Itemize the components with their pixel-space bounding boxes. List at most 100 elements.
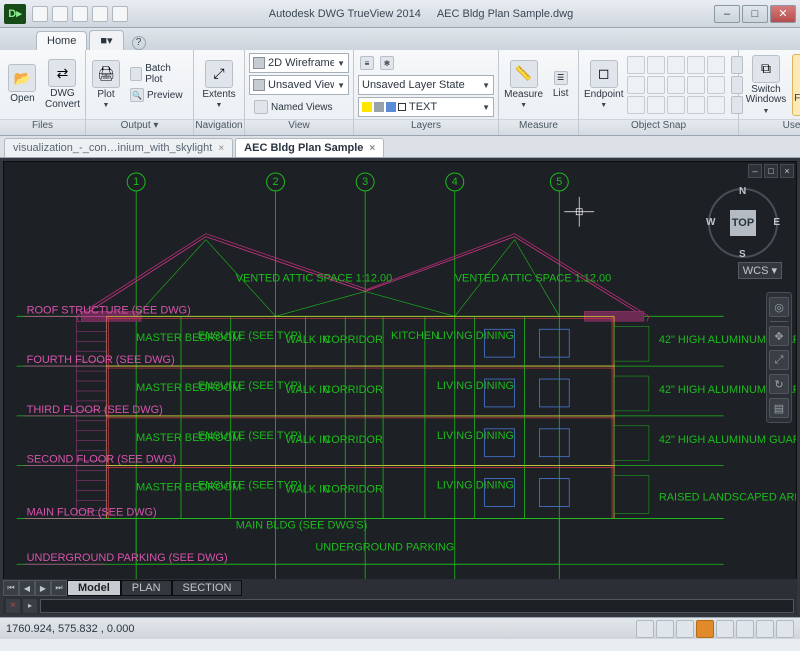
layout-first-button[interactable]: ⏮ xyxy=(3,580,19,596)
ribbon-tab-row: Home ■▾ ? xyxy=(0,28,800,50)
qat-dropdown-icon[interactable] xyxy=(112,6,128,22)
osnap-extension-icon[interactable] xyxy=(627,76,645,94)
svg-text:CORRIDOR: CORRIDOR xyxy=(323,384,383,396)
status-model-button[interactable] xyxy=(636,620,654,638)
viewcube-east[interactable]: E xyxy=(773,217,780,228)
preview-button[interactable]: 🔍 Preview xyxy=(125,85,189,105)
osnap-from-icon[interactable] xyxy=(687,96,705,114)
osnap-tangent-icon[interactable] xyxy=(687,76,705,94)
layout-prev-button[interactable]: ◀ xyxy=(19,580,35,596)
tab-addins[interactable]: ■▾ xyxy=(89,30,123,50)
osnap-intersection-icon[interactable] xyxy=(707,56,725,74)
svg-text:5: 5 xyxy=(556,176,562,188)
app-menu-button[interactable]: D▸ xyxy=(4,4,26,24)
layout-last-button[interactable]: ⏭ xyxy=(51,580,67,596)
svg-text:1: 1 xyxy=(133,176,139,188)
layout-tabs: ⏮ ◀ ▶ ⏭ Model PLAN SECTION xyxy=(3,579,797,597)
status-lock-icon[interactable] xyxy=(736,620,754,638)
viewcube-top[interactable]: TOP xyxy=(730,210,756,236)
steering-wheel-icon[interactable]: ◎ xyxy=(769,297,789,317)
command-history-icon[interactable]: ▸ xyxy=(23,599,37,613)
list-icon: ☰ xyxy=(554,71,568,85)
switch-windows-button[interactable]: ⧉ Switch Windows ▼ xyxy=(743,54,789,116)
layer-state-dropdown[interactable]: Unsaved Layer State▼ xyxy=(358,75,494,95)
layout-tab-plan[interactable]: PLAN xyxy=(121,580,172,596)
named-views-button[interactable]: Named Views xyxy=(249,97,349,117)
endpoint-icon: ◻ xyxy=(590,60,618,88)
measure-button[interactable]: 📏 Measure ▼ xyxy=(503,54,544,116)
svg-text:SECOND FLOOR (SEE DWG): SECOND FLOOR (SEE DWG) xyxy=(27,454,177,466)
osnap-settings-icon[interactable] xyxy=(707,96,725,114)
osnap-parallel-icon[interactable] xyxy=(647,96,665,114)
drawing-viewport[interactable]: – □ × 1 2 3 xyxy=(3,161,797,614)
svg-text:LIVING DINING: LIVING DINING xyxy=(437,480,514,492)
view-dropdown[interactable]: Unsaved View▼ xyxy=(249,75,349,95)
window-title: Autodesk DWG TrueView 2014 AEC Bldg Plan… xyxy=(128,8,714,20)
navigation-bar: ◎ ✥ ⤢ ↻ ▤ xyxy=(766,292,792,423)
orbit-icon[interactable]: ↻ xyxy=(769,374,789,394)
osnap-center-icon[interactable] xyxy=(647,56,665,74)
sun-icon xyxy=(374,102,384,112)
viewcube-west[interactable]: W xyxy=(706,217,715,228)
osnap-apparent-icon[interactable] xyxy=(627,96,645,114)
svg-text:CORRIDOR: CORRIDOR xyxy=(323,434,383,446)
status-quickview-button[interactable] xyxy=(676,620,694,638)
dwg-convert-button[interactable]: ⇄ DWG Convert xyxy=(44,54,81,116)
osnap-node-icon[interactable] xyxy=(667,56,685,74)
svg-text:THIRD FLOOR (SEE DWG): THIRD FLOOR (SEE DWG) xyxy=(27,404,163,416)
command-input[interactable] xyxy=(40,599,794,613)
osnap-quadrant-icon[interactable] xyxy=(687,56,705,74)
plot-button[interactable]: 🖨 Plot ▼ xyxy=(90,54,122,116)
open-button[interactable]: 📂 Open xyxy=(4,54,41,116)
svg-text:MAIN BLDG (SEE DWG'S): MAIN BLDG (SEE DWG'S) xyxy=(236,519,368,531)
maximize-button[interactable]: □ xyxy=(742,5,768,23)
extents-button[interactable]: ⤢ Extents ▼ xyxy=(198,54,240,116)
layer-states-button[interactable]: ≡ xyxy=(358,53,376,73)
osnap-perpendicular-icon[interactable] xyxy=(667,76,685,94)
status-hardware-accel-icon[interactable] xyxy=(756,620,774,638)
viewcube[interactable]: TOP N S E W xyxy=(708,188,778,258)
batch-plot-button[interactable]: Batch Plot xyxy=(125,64,189,84)
status-clean-screen-icon[interactable] xyxy=(776,620,794,638)
zoom-extents-icon[interactable]: ⤢ xyxy=(769,350,789,370)
switch-windows-icon: ⧉ xyxy=(752,55,780,83)
help-icon[interactable]: ? xyxy=(132,36,146,50)
command-close-icon[interactable]: × xyxy=(6,599,20,613)
preview-icon: 🔍 xyxy=(130,88,144,102)
list-button[interactable]: ☰ List xyxy=(547,70,574,100)
qat-undo-icon[interactable] xyxy=(72,6,88,22)
layer-dropdown[interactable]: TEXT▼ xyxy=(358,97,494,117)
qat-open-icon[interactable] xyxy=(32,6,48,22)
status-workspace-button[interactable] xyxy=(716,620,734,638)
osnap-midpoint-icon[interactable] xyxy=(627,56,645,74)
view-icon xyxy=(253,79,265,91)
viewcube-north[interactable]: N xyxy=(739,186,746,197)
osnap-nearest-icon[interactable] xyxy=(707,76,725,94)
showmotion-icon[interactable]: ▤ xyxy=(769,398,789,418)
layout-next-button[interactable]: ▶ xyxy=(35,580,51,596)
minimize-button[interactable]: – xyxy=(714,5,740,23)
layout-tab-model[interactable]: Model xyxy=(67,580,121,596)
file-tabs-button[interactable]: ▭ File Tabs xyxy=(792,54,800,116)
status-layout-button[interactable] xyxy=(656,620,674,638)
osnap-insertion-icon[interactable] xyxy=(647,76,665,94)
osnap-none-icon[interactable] xyxy=(667,96,685,114)
layout-tab-section[interactable]: SECTION xyxy=(172,580,243,596)
pan-icon[interactable]: ✥ xyxy=(769,326,789,346)
wcs-dropdown[interactable]: WCS ▾ xyxy=(738,262,782,279)
close-tab-icon[interactable]: × xyxy=(218,143,224,154)
panel-user-interface: ⧉ Switch Windows ▼ ▭ File Tabs ▦ User In… xyxy=(739,50,800,135)
visual-style-dropdown[interactable]: 2D Wireframe▼ xyxy=(249,53,349,73)
close-button[interactable]: ✕ xyxy=(770,5,796,23)
qat-redo-icon[interactable] xyxy=(92,6,108,22)
tab-home[interactable]: Home xyxy=(36,31,87,50)
svg-text:VENTED ATTIC SPACE 1:12.00: VENTED ATTIC SPACE 1:12.00 xyxy=(455,272,611,284)
status-annotation-icon[interactable] xyxy=(696,620,714,638)
file-tab-2[interactable]: AEC Bldg Plan Sample× xyxy=(235,138,384,157)
close-tab-icon[interactable]: × xyxy=(369,143,375,154)
file-tab-1[interactable]: visualization_-_con…inium_with_skylight× xyxy=(4,138,233,157)
viewcube-south[interactable]: S xyxy=(739,249,746,260)
qat-plot-icon[interactable] xyxy=(52,6,68,22)
endpoint-button[interactable]: ◻ Endpoint ▼ xyxy=(583,54,624,116)
layer-freeze-button[interactable]: ❄ xyxy=(378,53,396,73)
